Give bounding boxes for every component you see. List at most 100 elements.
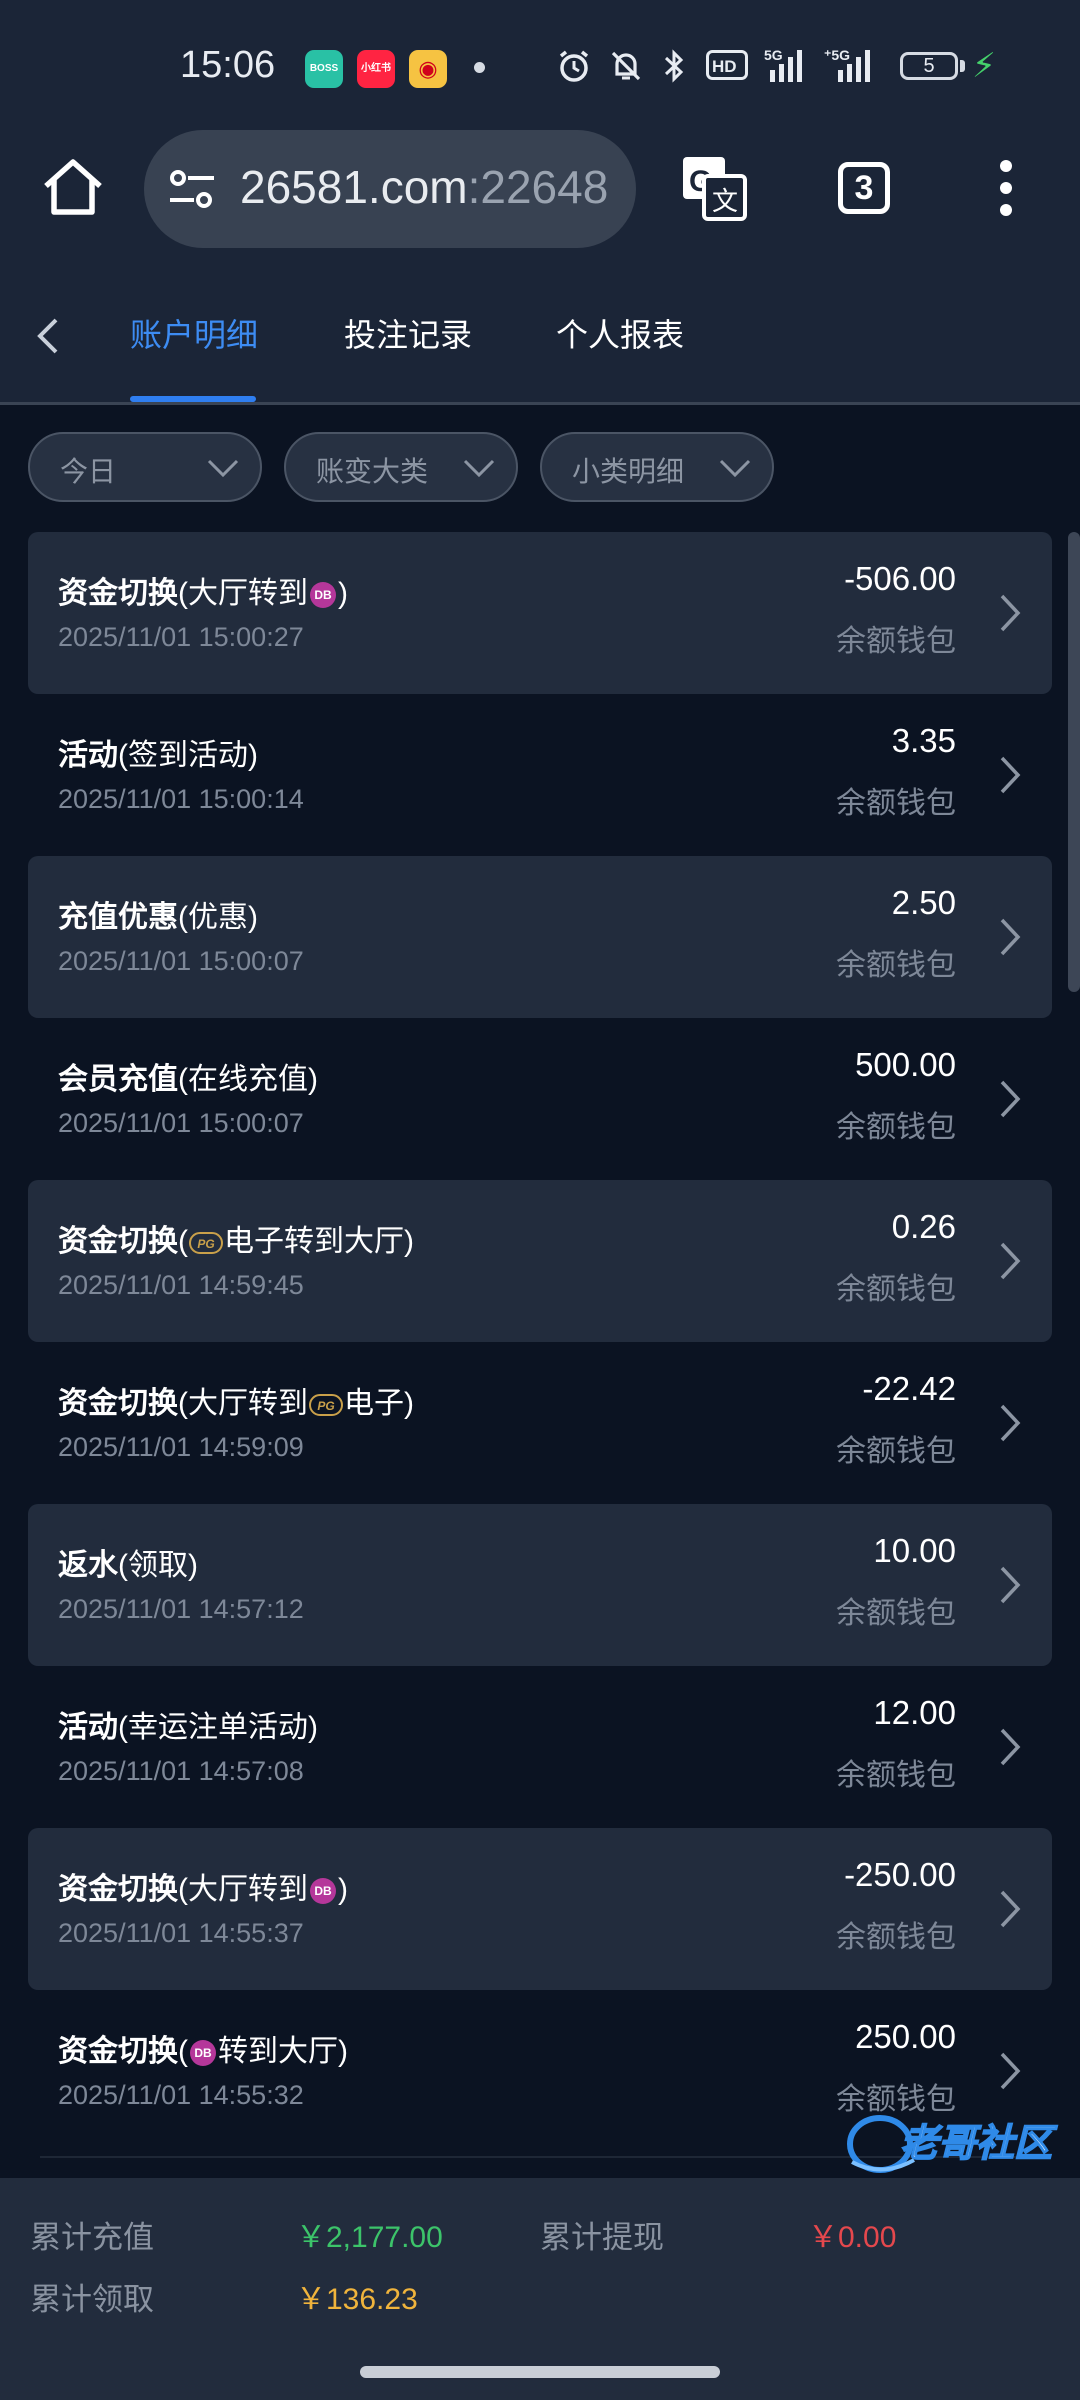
transaction-subtype-pre: ( [178,1225,188,1258]
transaction-title: 充值优惠(优惠) [58,892,258,936]
filter-date[interactable]: 今日 [28,432,262,502]
transaction-wallet: 余额钱包 [836,1435,956,1468]
svg-text:⁺5G: ⁺5G [824,47,850,63]
transaction-row[interactable]: 充值优惠(优惠) 2025/11/01 15:00:07 2.50 余额钱包 [28,856,1052,1018]
chevron-down-icon [463,459,495,478]
chevron-right-icon[interactable] [998,1078,1022,1120]
home-icon[interactable] [38,152,108,222]
tab-switcher-button[interactable]: 3 [838,162,890,214]
chevron-down-icon [719,459,751,478]
transaction-row[interactable]: 返水(领取) 2025/11/01 14:57:12 10.00 余额钱包 [28,1504,1052,1666]
chevron-right-icon[interactable] [998,592,1022,634]
transaction-row[interactable]: 资金切换(大厅转到 DB) 2025/11/01 15:00:27 -506.00 余额… [28,532,1052,694]
transaction-type: 资金切换 [58,2035,178,2068]
transaction-row[interactable]: 资金切换(大厅转到 DB) 2025/11/01 14:55:37 -250.00 余额… [28,1828,1052,1990]
transaction-amount: -250.00 [844,1856,956,1893]
svg-text:5G: 5G [764,47,783,63]
chevron-right-icon[interactable] [998,916,1022,958]
chevron-right-icon[interactable] [998,754,1022,796]
filter-category[interactable]: 账变大类 [284,432,518,502]
svg-text:文: 文 [712,187,738,217]
transaction-wallet: 余额钱包 [836,1111,956,1144]
transaction-wallet: 余额钱包 [836,1273,956,1306]
notification-dot-icon [474,62,485,73]
chevron-right-icon[interactable] [998,1888,1022,1930]
transaction-subtype: (大厅转到 DB) [178,577,348,610]
translate-icon[interactable]: G 文 [680,154,748,222]
tab-bet-records[interactable]: 投注记录 [344,310,472,356]
transaction-title: 资金切换(大厅转到 DB) [58,568,348,612]
tab-account-details[interactable]: 账户明细 [130,310,258,356]
transaction-subtype: (签到活动) [118,739,258,772]
transaction-subtype-pre: (大厅转到 [178,577,308,610]
home-indicator[interactable] [360,2366,720,2378]
filter-subcategory-label: 小类明细 [572,456,685,487]
transaction-type: 活动 [58,1711,118,1744]
signal-icon-2: ⁺5G [824,47,870,82]
transaction-type: 活动 [58,739,118,772]
transaction-amount: 0.26 [891,1208,956,1245]
transaction-row[interactable]: 资金切换(大厅转到 PG 电子) 2025/11/01 14:59:09 -22.42 余… [28,1342,1052,1504]
pg-platform-icon: PG [309,1394,343,1417]
transaction-title: 会员充值(在线充值) [58,1054,318,1098]
transaction-amount: 2.50 [891,884,956,921]
battery-icon: 5 [900,52,958,80]
url-text[interactable]: 26581.com:22648 [240,160,608,214]
back-icon[interactable] [28,312,68,360]
transaction-wallet: 余额钱包 [836,949,956,982]
transaction-row[interactable]: 活动(幸运注单活动) 2025/11/01 14:57:08 12.00 余额钱包 [28,1666,1052,1828]
chevron-right-icon[interactable] [998,1564,1022,1606]
transaction-type: 资金切换 [58,1387,178,1420]
transaction-time: 2025/11/01 15:00:07 [58,1108,304,1138]
bluetooth-icon [664,49,684,83]
transaction-time: 2025/11/01 14:55:37 [58,1918,304,1948]
total-recharge-value: ￥2,177.00 [296,2221,443,2254]
transaction-time: 2025/11/01 14:59:45 [58,1270,304,1300]
chevron-right-icon[interactable] [998,2050,1022,2092]
transaction-row[interactable]: 资金切换(PG 电子转到大厅) 2025/11/01 14:59:45 0.26 余额钱… [28,1180,1052,1342]
transaction-subtype-pre: (幸运注单活动) [118,1711,318,1744]
game-platform-icon: DB [190,2040,216,2067]
browser-toolbar: 26581.com:22648 G 文 3 [0,130,1080,270]
transaction-subtype-pre: ( [178,2035,188,2068]
transaction-type: 资金切换 [58,577,178,610]
alarm-icon [559,50,589,82]
transaction-subtype-pre: (大厅转到 [178,1873,308,1906]
transaction-row[interactable]: 会员充值(在线充值) 2025/11/01 15:00:07 500.00 余额钱包 [28,1018,1052,1180]
transaction-time: 2025/11/01 14:59:09 [58,1432,304,1462]
transaction-type: 充值优惠 [58,901,178,934]
transaction-subtype-pre: (签到活动) [118,739,258,772]
chevron-right-icon[interactable] [998,1726,1022,1768]
filter-subcategory[interactable]: 小类明细 [540,432,774,502]
transaction-subtype: (大厅转到 DB) [178,1873,348,1906]
address-bar[interactable]: 26581.com:22648 [144,130,636,248]
transaction-subtype: (优惠) [178,901,258,934]
transaction-title: 活动(幸运注单活动) [58,1702,318,1746]
transaction-subtype-pre: (大厅转到 [178,1387,308,1420]
chevron-right-icon[interactable] [998,1240,1022,1282]
transaction-row[interactable]: 活动(签到活动) 2025/11/01 15:00:14 3.35 余额钱包 [28,694,1052,856]
filter-category-label: 账变大类 [316,456,429,487]
total-withdraw-value: ￥0.00 [808,2221,897,2254]
more-menu-icon[interactable] [998,160,1014,216]
site-settings-icon[interactable] [166,166,218,214]
transaction-subtype: (在线充值) [178,1063,318,1096]
game-platform-icon: DB [310,1878,336,1905]
weibo-app-icon: ◉ [409,50,447,88]
tab-personal-report[interactable]: 个人报表 [556,310,684,356]
transaction-wallet: 余额钱包 [836,1759,956,1792]
status-bar: 15:06 BOSS 小红书 ◉ HD 5G ⁺5G 5 ⚡ [0,0,1080,130]
transaction-type: 返水 [58,1549,118,1582]
active-tab-indicator [130,396,256,402]
transaction-subtype-pre: (在线充值) [178,1063,318,1096]
total-claim-value: ￥136.23 [296,2283,418,2316]
transaction-title: 资金切换(大厅转到 PG 电子) [58,1378,414,1422]
transaction-time: 2025/11/01 15:00:27 [58,622,304,652]
chevron-right-icon[interactable] [998,1402,1022,1444]
transaction-amount: 12.00 [873,1694,956,1731]
transaction-title: 资金切换(PG 电子转到大厅) [58,1216,414,1260]
svg-text:HD: HD [712,57,737,76]
charging-icon: ⚡ [972,47,996,85]
transaction-subtype-pre: (优惠) [178,901,258,934]
scrollbar[interactable] [1068,532,1080,992]
